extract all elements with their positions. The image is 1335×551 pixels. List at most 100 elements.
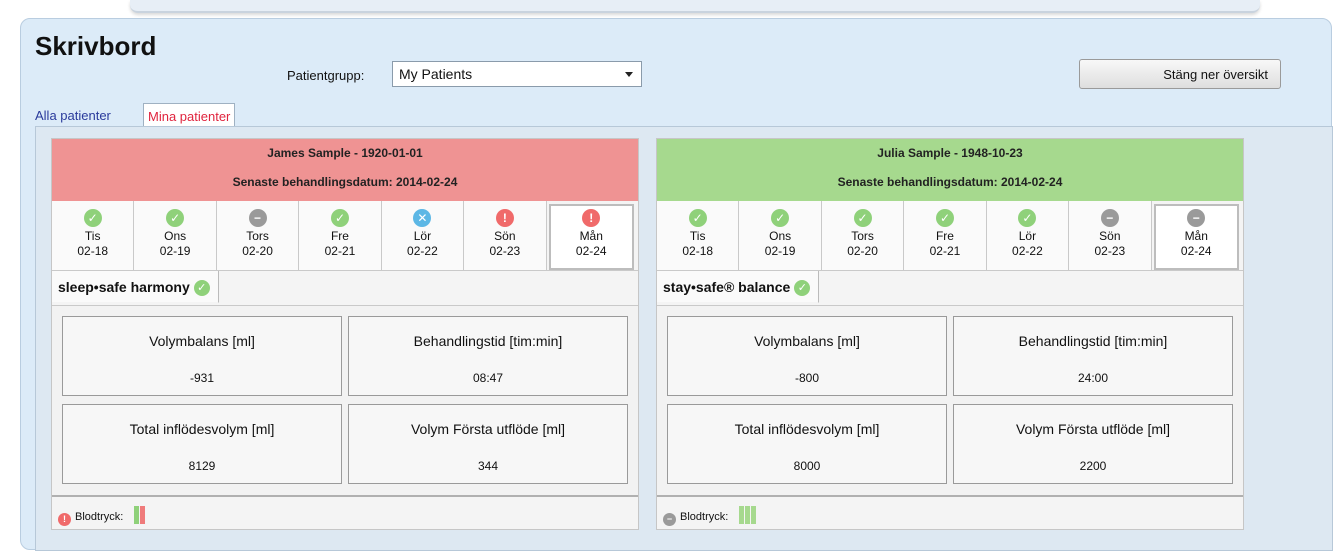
day-label: Lör [413, 229, 432, 243]
metric-value: 2200 [1079, 459, 1107, 473]
day-label: Tors [851, 229, 874, 243]
bar-chart-icon [134, 506, 146, 527]
metric-value: 24:00 [1077, 371, 1109, 385]
day-cell[interactable]: ✓ Tis 02-18 [657, 201, 740, 270]
patient-card[interactable]: Julia Sample - 1948-10-23 Senaste behand… [656, 138, 1244, 530]
metric-label: Volymbalans [ml] [149, 333, 255, 349]
patient-group-select[interactable]: My Patients [392, 61, 642, 87]
day-date: 02-24 [575, 244, 607, 258]
exclamation-icon: ! [58, 513, 71, 526]
check-icon: ✓ [83, 209, 102, 227]
minus-icon: − [1100, 209, 1119, 227]
metrics-panel: Volymbalans [ml] -800 Behandlingstid [tim… [657, 305, 1243, 497]
check-icon: ✓ [330, 209, 349, 227]
day-label: Tis [689, 229, 706, 243]
day-label: Fre [330, 229, 349, 243]
metric-value: 344 [477, 459, 499, 473]
patients-panel: James Sample - 1920-01-01 Senaste behand… [35, 126, 1333, 551]
day-date: 02-19 [764, 244, 796, 258]
day-date: 02-23 [1094, 244, 1126, 258]
check-icon: ✓ [771, 209, 790, 227]
device-name: stay•safe® balance [663, 279, 791, 295]
day-cell[interactable]: ✓ Tors 02-20 [821, 201, 905, 270]
close-overview-button[interactable]: Stäng ner översikt [1079, 59, 1281, 89]
day-cell[interactable]: ! Sön 02-23 [464, 201, 547, 270]
day-label: Ons [164, 229, 187, 243]
metric-label: Volym Första utflöde [ml] [410, 421, 566, 437]
metric-box: Behandlingstid [tim:min] 24:00 [953, 316, 1233, 396]
day-date: 02-22 [407, 244, 438, 258]
check-icon: ✓ [935, 209, 954, 227]
metric-label: Behandlingstid [tim:min] [413, 333, 563, 349]
blood-pressure-row[interactable]: − Blodtryck: [657, 499, 1243, 529]
day-date: 02-19 [159, 244, 191, 258]
device-tab[interactable]: sleep•safe harmony ✓ [52, 271, 219, 303]
day-date: 02-24 [1180, 244, 1212, 258]
device-tab[interactable]: stay•safe® balance ✓ [657, 271, 820, 303]
device-tab-bar: stay•safe® balance ✓ [657, 271, 1243, 305]
chevron-down-icon [625, 72, 633, 77]
metric-box: Total inflödesvolym [ml] 8000 [667, 404, 947, 484]
tab-all-patients[interactable]: Alla patienter [35, 103, 115, 127]
patient-header: Julia Sample - 1948-10-23 Senaste behand… [657, 139, 1243, 201]
day-date: 02-20 [847, 244, 878, 258]
tab-my-patients[interactable]: Mina patienter [143, 103, 236, 127]
metric-box: Volymbalans [ml] -931 [62, 316, 342, 396]
exclamation-icon: ! [495, 209, 514, 227]
metric-label: Volym Första utflöde [ml] [1015, 421, 1171, 437]
check-icon: ✓ [1018, 209, 1037, 227]
metric-value: 8000 [793, 459, 821, 473]
day-cell-selected[interactable]: ! Mån 02-24 [548, 204, 634, 270]
check-icon: ✓ [688, 209, 707, 227]
day-cell[interactable]: ✓ Lör 02-22 [986, 201, 1070, 270]
blood-pressure-label: Blodtryck: [75, 511, 124, 523]
metric-value: 8129 [188, 459, 216, 473]
patient-group-value: My Patients [399, 66, 473, 82]
blood-pressure-row[interactable]: ! Blodtryck: [52, 499, 638, 529]
patient-header: James Sample - 1920-01-01 Senaste behand… [52, 139, 638, 201]
minus-icon: − [248, 209, 267, 227]
day-date: 02-18 [77, 244, 109, 258]
metric-label: Volymbalans [ml] [754, 333, 860, 349]
day-cell[interactable]: ✓ Fre 02-21 [299, 201, 382, 270]
metric-value: 08:47 [472, 371, 504, 385]
exclamation-icon: ! [582, 209, 601, 227]
day-cell[interactable]: − Sön 02-23 [1069, 201, 1152, 270]
metric-box: Volym Första utflöde [ml] 344 [348, 404, 628, 484]
day-label: Ons [769, 229, 792, 243]
patient-card[interactable]: James Sample - 1920-01-01 Senaste behand… [51, 138, 639, 530]
bar-chart-icon [739, 506, 757, 527]
day-label: Sön [1099, 229, 1121, 243]
metric-label: Total inflödesvolym [ml] [734, 421, 880, 437]
metric-label: Behandlingstid [tim:min] [1018, 333, 1168, 349]
metric-value: -931 [189, 371, 215, 385]
cross-icon: ✕ [413, 209, 432, 227]
last-treatment-date: Senaste behandlingsdatum: 2014-02-24 [232, 175, 458, 189]
patient-name: Julia Sample - 1948-10-23 [877, 146, 1023, 160]
blood-pressure-label: Blodtryck: [680, 511, 729, 523]
day-cell[interactable]: ✓ Tis 02-18 [52, 201, 135, 270]
day-cell[interactable]: ✕ Lör 02-22 [381, 201, 465, 270]
check-icon: ✓ [166, 209, 185, 227]
treatment-days: ✓ Tis 02-18 ✓ Ons 02-19 − Tors 02-20 ✓ Fre 02-21… [52, 201, 638, 271]
device-name: sleep•safe harmony [58, 279, 190, 295]
metric-box: Volymbalans [ml] -800 [667, 316, 947, 396]
day-label: Mån [579, 229, 603, 243]
check-icon: ✓ [853, 209, 872, 227]
metrics-panel: Volymbalans [ml] -931 Behandlingstid [tim… [52, 305, 638, 497]
day-date: 02-18 [682, 244, 714, 258]
day-date: 02-22 [1012, 244, 1043, 258]
day-cell-selected[interactable]: − Mån 02-24 [1153, 204, 1239, 270]
day-cell[interactable]: ✓ Ons 02-19 [134, 201, 217, 270]
treatment-days: ✓ Tis 02-18 ✓ Ons 02-19 ✓ Tors 02-20 ✓ Fre 02-21… [657, 201, 1243, 271]
metric-value: -800 [794, 371, 820, 385]
day-cell[interactable]: ✓ Ons 02-19 [739, 201, 822, 270]
metric-box: Total inflödesvolym [ml] 8129 [62, 404, 342, 484]
day-date: 02-23 [489, 244, 521, 258]
page-title: Skrivbord [35, 31, 157, 61]
day-cell[interactable]: − Tors 02-20 [216, 201, 300, 270]
metric-box: Behandlingstid [tim:min] 08:47 [348, 316, 628, 396]
day-label: Sön [494, 229, 516, 243]
day-cell[interactable]: ✓ Fre 02-21 [904, 201, 987, 270]
patient-group-label: Patientgrupp: [287, 68, 365, 83]
